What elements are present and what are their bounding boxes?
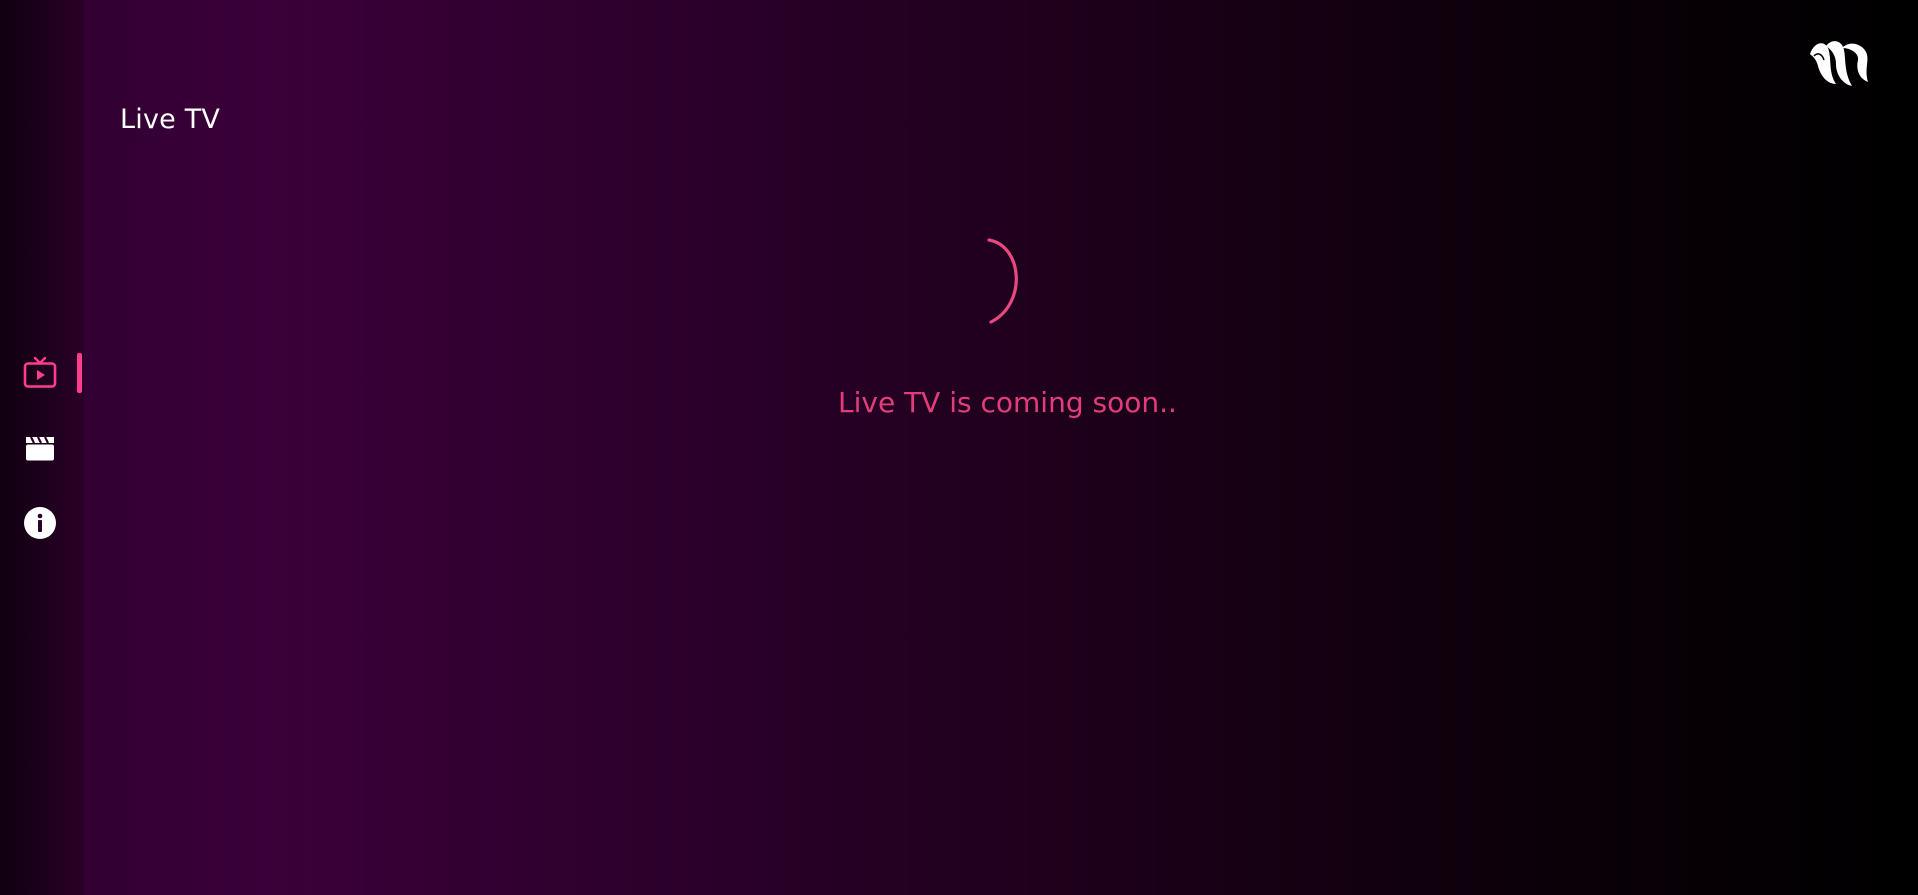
clapperboard-icon [22, 430, 58, 466]
page-title: Live TV [120, 104, 221, 135]
sidebar-item-movies[interactable] [0, 423, 84, 473]
active-nav-indicator [77, 353, 82, 393]
sidebar-item-info[interactable] [0, 498, 84, 548]
app-logo-wave-icon [1806, 38, 1874, 92]
info-icon [22, 505, 58, 541]
sidebar [0, 0, 84, 895]
status-message: Live TV is coming soon.. [838, 386, 1177, 419]
app-window: Live TV Live TV is coming soon.. [0, 0, 1918, 895]
loading-spinner [955, 238, 1045, 326]
tv-play-icon [22, 355, 58, 391]
sidebar-item-live-tv[interactable] [0, 348, 84, 398]
